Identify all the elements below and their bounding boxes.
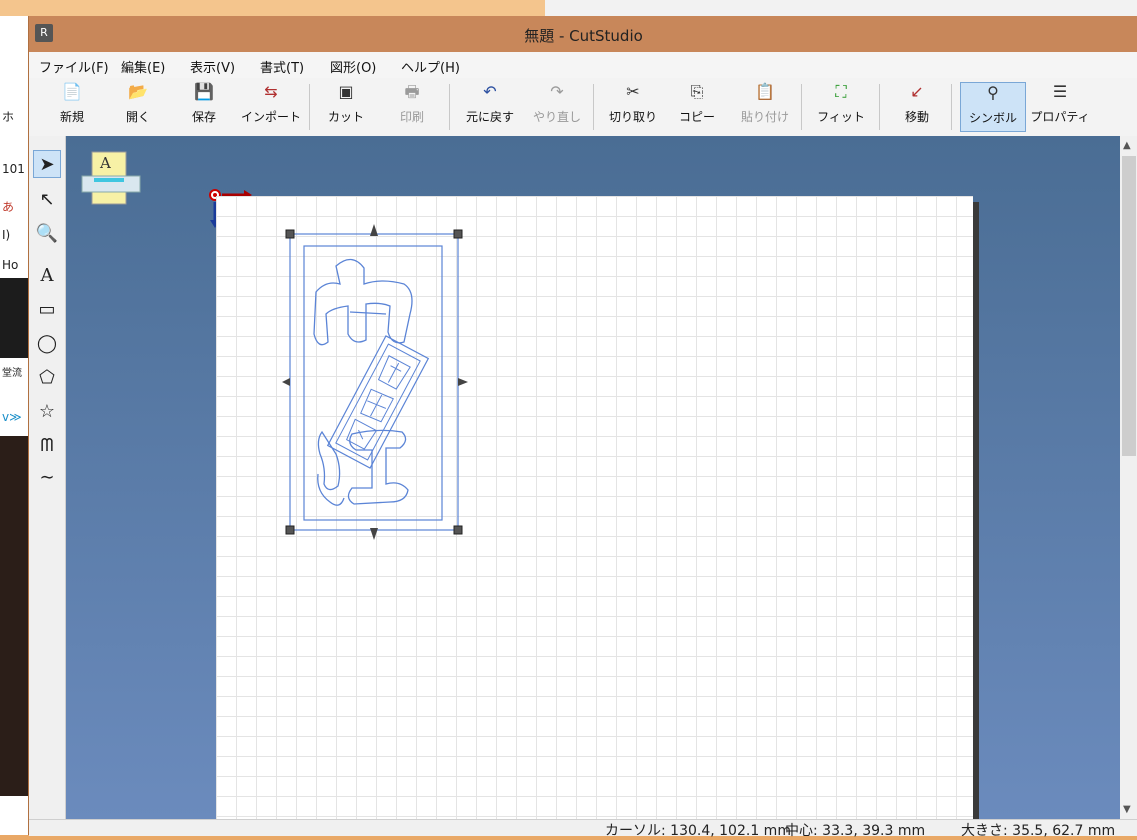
- curve-tool[interactable]: ∼: [33, 464, 61, 492]
- menu-format[interactable]: 書式(T): [260, 57, 304, 76]
- window-title: 無題 - CutStudio: [524, 27, 643, 45]
- undo-button[interactable]: ↶ 元に戻す: [459, 82, 521, 130]
- property-icon: ☰: [1052, 82, 1068, 101]
- title-bar[interactable]: R 無題 - CutStudio: [29, 16, 1137, 52]
- drawing-canvas[interactable]: A: [66, 136, 1120, 819]
- redo-icon: ↷: [550, 82, 564, 101]
- selected-design[interactable]: [282, 222, 474, 542]
- status-bar: カーソル: 130.4, 102.1 mm 中心: 33.3, 39.3 mm …: [29, 819, 1137, 839]
- redo-button[interactable]: ↷ やり直し: [527, 82, 587, 130]
- print-button[interactable]: 🖶 印刷: [387, 82, 437, 130]
- new-button[interactable]: 📄 新規: [47, 82, 97, 130]
- bg-text: v≫: [2, 410, 22, 424]
- bg-text: I): [2, 228, 11, 242]
- scroll-down-icon[interactable]: ▼: [1123, 804, 1131, 815]
- copy-button[interactable]: ⎘ コピー: [671, 82, 723, 130]
- text-tool[interactable]: A: [33, 262, 61, 290]
- rectangle-tool[interactable]: ▭: [33, 296, 61, 324]
- menu-bar: ファイル(F) 編集(E) 表示(V) 書式(T) 図形(O) ヘルプ(H): [29, 52, 1137, 79]
- menu-file[interactable]: ファイル(F): [39, 57, 109, 76]
- media-label: A: [99, 154, 111, 172]
- import-button[interactable]: ⇆ インポート: [237, 82, 305, 130]
- property-button[interactable]: ☰ プロパティ: [1027, 82, 1093, 130]
- vertical-scrollbar[interactable]: ▲ ▼: [1120, 136, 1137, 819]
- menu-edit[interactable]: 編集(E): [121, 57, 165, 76]
- symbol-button[interactable]: ⚲ シンボル: [960, 82, 1026, 132]
- cutting-page[interactable]: [216, 196, 973, 819]
- ellipse-tool[interactable]: ◯: [33, 330, 61, 358]
- scroll-thumb[interactable]: [1122, 156, 1136, 456]
- center-position: 中心: 33.3, 39.3 mm: [785, 823, 926, 839]
- bg-text: 101: [2, 162, 25, 176]
- undo-icon: ↶: [483, 82, 497, 101]
- menu-shape[interactable]: 図形(O): [330, 57, 376, 76]
- paste-button[interactable]: 📋 貼り付け: [733, 82, 797, 130]
- save-button[interactable]: 💾 保存: [179, 82, 229, 130]
- object-size: 大きさ: 35.5, 62.7 mm: [961, 823, 1116, 839]
- bg-text: ホ: [2, 110, 15, 124]
- select-tool[interactable]: ➤: [33, 150, 61, 178]
- scissors-icon: ✂: [626, 82, 640, 101]
- media-setting-icon[interactable]: A: [80, 146, 144, 212]
- move-button[interactable]: ↙ 移動: [891, 82, 943, 130]
- cutter-icon: ▣: [338, 82, 354, 101]
- cut-out-button[interactable]: ▣ カット: [321, 82, 371, 130]
- bg-text: 堂流: [2, 368, 22, 379]
- fit-button[interactable]: ⛶ フィット: [813, 82, 869, 130]
- import-icon: ⇆: [264, 82, 278, 101]
- copy-icon: ⎘: [690, 82, 704, 101]
- menu-view[interactable]: 表示(V): [190, 57, 235, 76]
- menu-help[interactable]: ヘルプ(H): [401, 57, 460, 76]
- polygon-tool[interactable]: ⬠: [33, 364, 61, 392]
- paste-icon: 📋: [755, 82, 775, 101]
- node-edit-tool[interactable]: ↖: [33, 186, 61, 214]
- open-icon: 📂: [128, 82, 148, 101]
- save-icon: 💾: [194, 82, 214, 101]
- background-browser-strip: [545, 0, 1137, 16]
- toolbar: 📄 新規 📂 開く 💾 保存 ⇆ インポート ▣ カット 🖶 印刷 ↶ 元に戻す: [29, 78, 1137, 137]
- fit-icon: ⛶: [835, 82, 847, 101]
- cutstudio-window: R 無題 - CutStudio ファイル(F) 編集(E) 表示(V) 書式(…: [28, 16, 1137, 839]
- cut-button[interactable]: ✂ 切り取り: [603, 82, 663, 130]
- open-button[interactable]: 📂 開く: [113, 82, 163, 130]
- new-icon: 📄: [62, 82, 82, 101]
- cursor-position: カーソル: 130.4, 102.1 mm: [605, 823, 791, 839]
- scroll-up-icon[interactable]: ▲: [1123, 140, 1131, 151]
- person-icon: ⚲: [987, 83, 999, 102]
- polyline-tool[interactable]: ᗰ: [33, 432, 61, 460]
- bg-text: Ho: [2, 258, 19, 272]
- star-tool[interactable]: ☆: [33, 398, 61, 426]
- move-icon: ↙: [910, 82, 924, 101]
- zoom-tool[interactable]: 🔍: [33, 220, 61, 248]
- printer-icon: 🖶: [404, 82, 420, 101]
- bg-text: あ: [2, 200, 15, 214]
- tool-panel: ➤ ↖ 🔍 A ▭ ◯ ⬠ ☆ ᗰ ∼: [29, 136, 66, 819]
- background-browser-edge: ホ 101 あ I) Ho 堂流 v≫: [0, 16, 30, 835]
